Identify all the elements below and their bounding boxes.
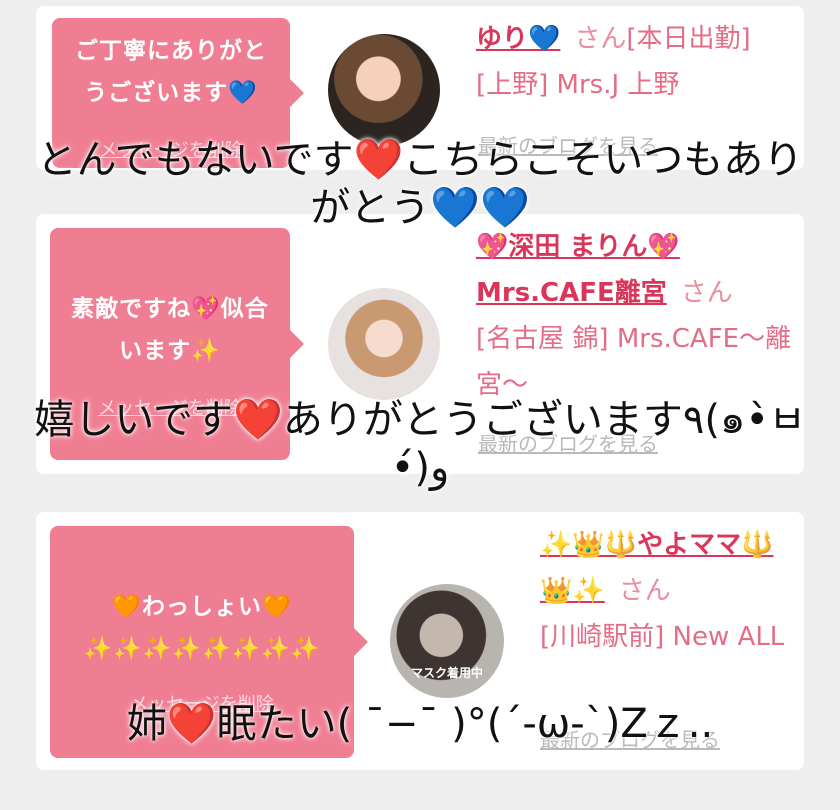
overlay-caption: 姉❤️眠たい( ¯−¯ )°(´-ω-`)Zｚ.. <box>126 701 714 747</box>
comment-message: 🧡わっしょい🧡 ✨✨✨✨✨✨✨✨ <box>83 594 321 662</box>
comment-message: 素敵ですね💖似合います✨ <box>71 296 269 364</box>
avatar[interactable] <box>328 288 440 400</box>
shop-name: [名古屋 錦] Mrs.CAFE〜離宮〜 <box>476 324 792 400</box>
avatar-caption: マスク着用中 <box>410 666 483 680</box>
comment-message: ご丁寧にありがとうございます💙 <box>75 38 267 106</box>
shop-name: [川崎駅前] New ALL <box>540 622 785 652</box>
shop-name: [上野] Mrs.J 上野 <box>476 70 680 100</box>
profile-info: ✨👑🔱やよママ🔱👑✨ さん [川崎駅前] New ALL <box>540 522 792 660</box>
honorific: さん <box>618 576 671 606</box>
avatar[interactable] <box>328 34 440 146</box>
overlay-caption: 嬉しいです❤️ありがとうございます٩(๑•̀ㅂ•́)و <box>34 397 806 491</box>
profile-name-link[interactable]: 💖深田 まりん💖Mrs.CAFE離宮 <box>476 232 680 308</box>
overlay-caption: とんでもないです❤️こちらこそいつもありがとう💙💙 <box>36 137 804 231</box>
profile-info: ゆり💙 さん[本日出勤] [上野] Mrs.J 上野 <box>476 16 796 108</box>
honorific: さん <box>574 24 627 54</box>
avatar[interactable]: マスク着用中 <box>390 584 504 698</box>
profile-name-link[interactable]: ゆり💙 <box>476 24 560 54</box>
work-status: [本日出勤] <box>626 24 751 54</box>
profile-info: 💖深田 まりん💖Mrs.CAFE離宮 さん [名古屋 錦] Mrs.CAFE〜離宮… <box>476 224 792 408</box>
honorific: さん <box>680 278 733 308</box>
